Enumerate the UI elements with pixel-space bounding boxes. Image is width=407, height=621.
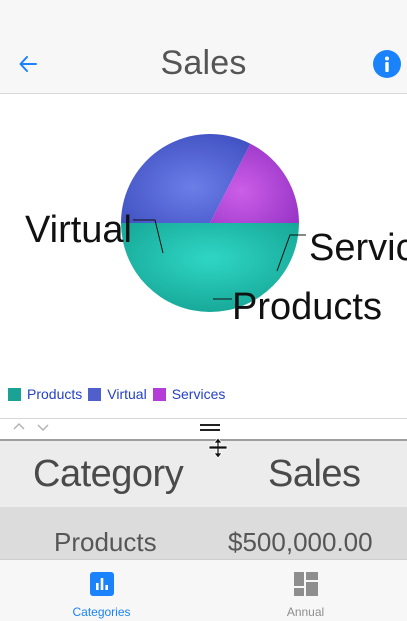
chevron-down-icon[interactable] [36,421,50,433]
legend-swatch-products [8,387,21,401]
table-header: Category Sales [0,441,407,507]
split-handle-bar [0,419,407,439]
column-header-category[interactable]: Category [33,453,184,496]
legend-item-products: Products [8,386,82,402]
callout-label-products: Products [232,286,382,328]
sales-table: Category Sales Products $500,000.00 [0,439,407,559]
pie-chart-area: Virtual Services Products [0,95,407,383]
page-title: Sales [160,44,247,82]
bar-chart-icon [89,572,114,596]
column-header-sales[interactable]: Sales [268,453,361,496]
chart-legend: Products Virtual Services [8,385,231,403]
tab-label-categories: Categories [72,605,131,619]
pie-chart: Virtual Services Products [25,134,407,328]
info-button[interactable] [373,50,401,78]
drag-handle-icon[interactable] [200,424,220,434]
legend-label-products: Products [27,386,83,402]
legend-swatch-services [152,387,166,401]
dashboard-grid-icon [293,572,318,596]
legend-swatch-virtual [88,387,102,401]
legend-label-virtual: Virtual [107,386,147,402]
cell-sales: $500,000.00 [228,527,373,557]
tab-annual[interactable]: Annual [204,560,407,621]
chevron-up-icon[interactable] [12,421,26,433]
tab-label-annual: Annual [286,605,325,619]
callout-label-services: Services [309,227,407,269]
legend-label-services: Services [171,386,226,402]
tab-categories[interactable]: Categories [0,560,203,621]
navigation-bar: Sales [0,0,407,94]
info-icon [385,56,389,72]
resize-cursor-icon [208,437,228,459]
table-row[interactable]: Products $500,000.00 [0,507,407,559]
callout-label-virtual: Virtual [25,209,132,251]
cell-category: Products [54,527,157,557]
legend-item-services: Services [152,386,226,402]
tab-bar: Categories Annual [0,559,407,621]
legend-item-virtual: Virtual [88,386,147,402]
